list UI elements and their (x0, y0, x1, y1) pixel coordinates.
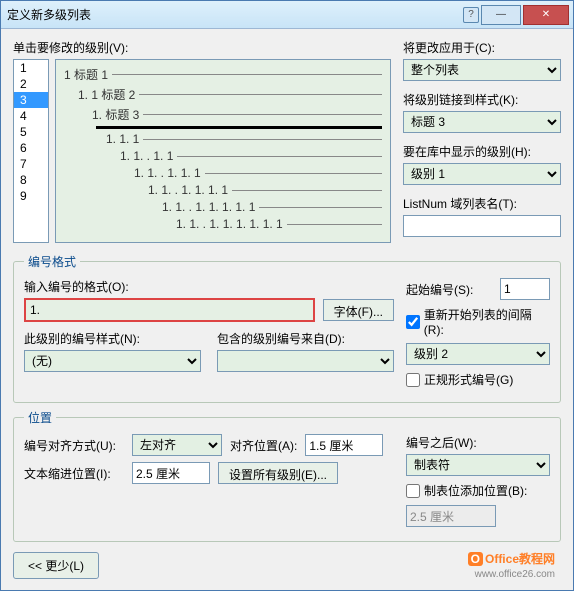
indent-input[interactable] (132, 462, 210, 484)
level-item[interactable]: 5 (14, 124, 48, 140)
restart-level-select[interactable]: 级别 2 (406, 343, 550, 365)
align-select[interactable]: 左对齐 (132, 434, 222, 456)
after-label: 编号之后(W): (406, 434, 550, 451)
align-at-input[interactable] (305, 434, 383, 456)
listnum-input[interactable] (403, 215, 561, 237)
num-style-label: 此级别的编号样式(N): (24, 330, 201, 347)
minimize-button[interactable]: — (481, 5, 521, 25)
position-group: 位置 编号对齐方式(U): 左对齐 对齐位置(A): 文本缩进位置(I): 设置… (13, 409, 561, 542)
restart-label: 重新开始列表的间隔(R): (424, 306, 550, 337)
level-item[interactable]: 9 (14, 188, 48, 204)
tab-label: 制表位添加位置(B): (424, 482, 527, 499)
apply-to-select[interactable]: 整个列表 (403, 59, 561, 81)
num-style-select[interactable]: (无) (24, 350, 201, 372)
position-legend: 位置 (24, 409, 56, 426)
close-button[interactable]: ✕ (523, 5, 569, 25)
indent-label: 文本缩进位置(I): (24, 465, 124, 482)
font-button[interactable]: 字体(F)... (323, 299, 394, 321)
help-icon[interactable]: ? (463, 7, 479, 23)
start-num-label: 起始编号(S): (406, 281, 492, 298)
tab-value-input (406, 505, 496, 527)
align-label: 编号对齐方式(U): (24, 437, 124, 454)
level-item[interactable]: 6 (14, 140, 48, 156)
level-item[interactable]: 4 (14, 108, 48, 124)
set-all-button[interactable]: 设置所有级别(E)... (218, 462, 338, 484)
format-input[interactable] (24, 298, 315, 322)
preview-pane: 1 标题 11. 1 标题 21. 标题 31. 1. 11. 1. . 1. … (55, 59, 391, 243)
formal-checkbox[interactable] (406, 373, 420, 387)
link-style-select[interactable]: 标题 3 (403, 111, 561, 133)
tab-checkbox[interactable] (406, 484, 420, 498)
show-level-label: 要在库中显示的级别(H): (403, 143, 561, 160)
include-from-select[interactable] (217, 350, 394, 372)
level-item[interactable]: 7 (14, 156, 48, 172)
align-at-label: 对齐位置(A): (230, 437, 297, 454)
level-item-selected[interactable]: 3 (14, 92, 48, 108)
window-title: 定义新多级列表 (5, 6, 463, 23)
apply-to-label: 将更改应用于(C): (403, 39, 561, 56)
format-input-label: 输入编号的格式(O): (24, 278, 394, 295)
level-item[interactable]: 1 (14, 60, 48, 76)
after-select[interactable]: 制表符 (406, 454, 550, 476)
titlebar: 定义新多级列表 ? — ✕ (1, 1, 573, 29)
listnum-label: ListNum 域列表名(T): (403, 195, 561, 212)
level-item[interactable]: 8 (14, 172, 48, 188)
restart-checkbox[interactable] (406, 315, 420, 329)
link-style-label: 将级别链接到样式(K): (403, 91, 561, 108)
number-format-group: 编号格式 输入编号的格式(O): 字体(F)... 此级别的编号样式(N): (… (13, 253, 561, 403)
include-from-label: 包含的级别编号来自(D): (217, 330, 394, 347)
levels-label: 单击要修改的级别(V): (13, 39, 391, 56)
level-list[interactable]: 1 2 3 4 5 6 7 8 9 (13, 59, 49, 243)
formal-label: 正规形式编号(G) (424, 371, 513, 388)
show-level-select[interactable]: 级别 1 (403, 163, 561, 185)
level-item[interactable]: 2 (14, 76, 48, 92)
watermark: OOffice教程网 www.office26.com (468, 546, 555, 580)
start-num-input[interactable] (500, 278, 550, 300)
less-button[interactable]: << 更少(L) (13, 552, 99, 579)
number-format-legend: 编号格式 (24, 253, 80, 270)
